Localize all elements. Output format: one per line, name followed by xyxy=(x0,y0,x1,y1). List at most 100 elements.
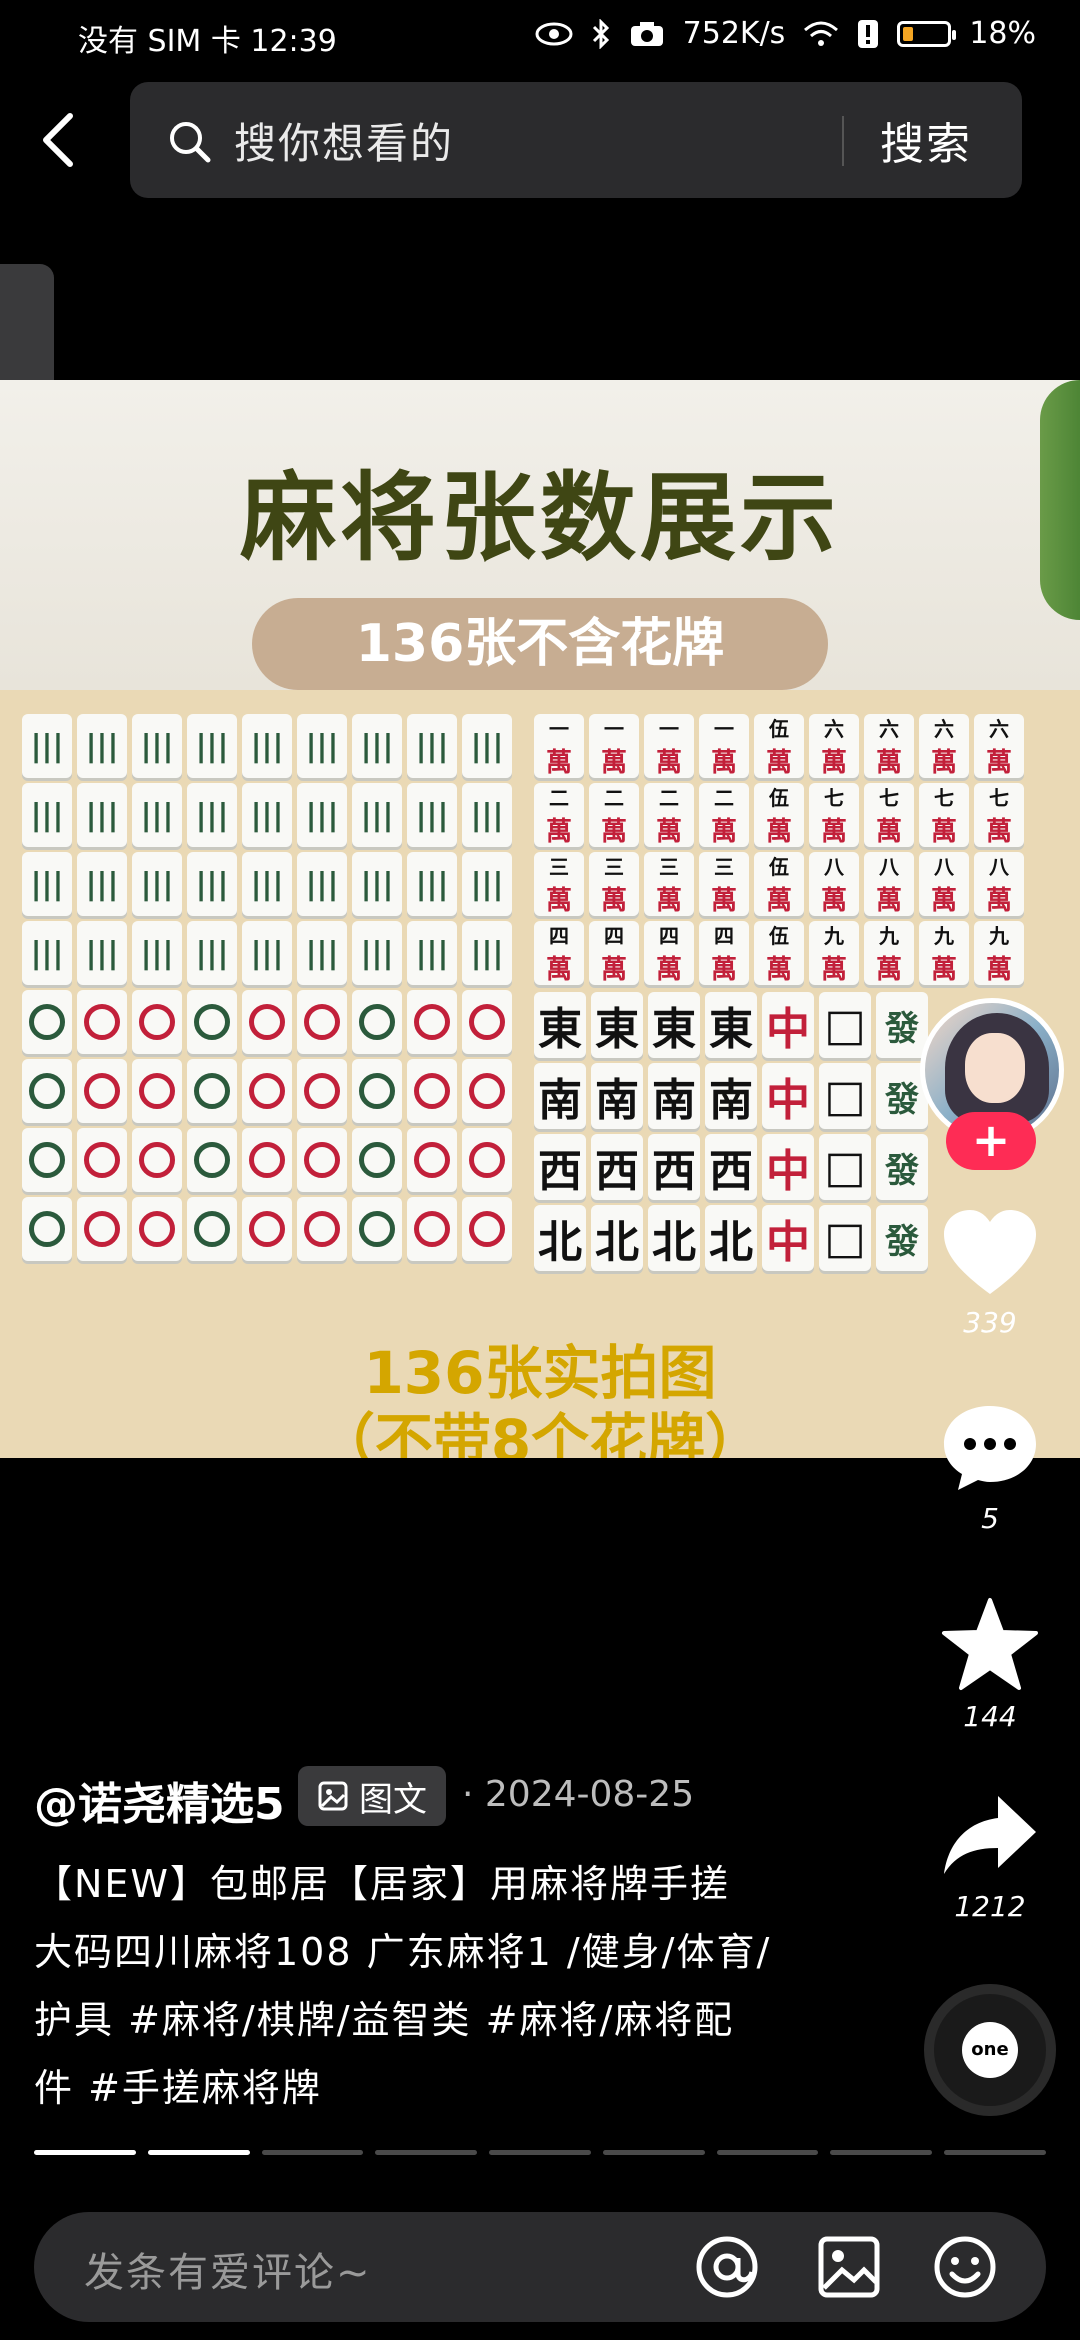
network-speed: 752K/s xyxy=(682,16,786,51)
mahjong-tile-character: 六萬 xyxy=(974,714,1024,778)
mahjong-tile xyxy=(77,1059,127,1123)
mahjong-tile-honor: 西 xyxy=(534,1134,586,1200)
author-name[interactable]: @诺尧精选5 xyxy=(34,1768,285,1832)
mahjong-tile: ||| xyxy=(407,921,457,985)
mahjong-tile: ||| xyxy=(22,714,72,778)
mahjong-tile-character: 三萬 xyxy=(589,852,639,916)
mahjong-tile-character: 七萬 xyxy=(974,783,1024,847)
mahjong-tile xyxy=(242,990,292,1054)
mahjong-tile: ||| xyxy=(187,921,237,985)
post-description[interactable]: 【NEW】包邮居【居家】用麻将牌手搓 大码四川麻将108 广东麻将1 /健身/体… xyxy=(34,1850,774,2122)
mahjong-tile xyxy=(187,1128,237,1192)
mahjong-tile xyxy=(297,1059,347,1123)
image-pill-label: 136张不含花牌 xyxy=(252,598,828,690)
image-title: 麻将张数展示 xyxy=(240,462,840,574)
search-button[interactable]: 搜索 xyxy=(880,108,972,172)
mahjong-tile-character: 一萬 xyxy=(644,714,694,778)
status-icons: 752K/s 18% xyxy=(535,16,1036,51)
at-mention-icon[interactable] xyxy=(694,2234,760,2300)
mahjong-tile xyxy=(22,990,72,1054)
mahjong-tile xyxy=(407,1128,457,1192)
post-type-label: 图文 xyxy=(359,1779,427,1820)
mahjong-tile xyxy=(132,990,182,1054)
search-divider xyxy=(842,116,844,166)
wifi-icon xyxy=(804,21,839,46)
mahjong-tile xyxy=(297,1128,347,1192)
mahjong-tile xyxy=(187,1197,237,1261)
mahjong-tile xyxy=(77,1197,127,1261)
mahjong-tile: ||| xyxy=(297,714,347,778)
mahjong-tile-honor: 北 xyxy=(648,1205,700,1271)
mahjong-tile-character: 二萬 xyxy=(589,783,639,847)
favorite-button[interactable]: 144 xyxy=(920,1596,1060,1733)
mahjong-tile xyxy=(462,990,512,1054)
mahjong-tile-honor: □ xyxy=(819,992,871,1058)
mahjong-tile-honor: 北 xyxy=(591,1205,643,1271)
follow-button[interactable]: + xyxy=(946,1112,1036,1170)
battery-percent: 18% xyxy=(969,16,1036,51)
back-button[interactable] xyxy=(38,110,88,180)
post-type-badge: 图文 xyxy=(298,1766,446,1826)
progress-segment xyxy=(602,2150,705,2155)
mahjong-tile xyxy=(22,1059,72,1123)
mahjong-tile: ||| xyxy=(132,921,182,985)
mahjong-tile-character: 二萬 xyxy=(644,783,694,847)
mahjong-tile: ||| xyxy=(77,783,127,847)
progress-segment xyxy=(944,2150,1047,2155)
mahjong-tile: ||| xyxy=(22,852,72,916)
mahjong-tile xyxy=(77,990,127,1054)
status-bar: 没有 SIM 卡 12:39 752K/s 18% xyxy=(0,0,1080,72)
music-disc[interactable]: one xyxy=(924,1984,1056,2116)
post-date: · 2024-08-25 xyxy=(462,1774,695,1815)
mahjong-tile-honor: 西 xyxy=(705,1134,757,1200)
image-icon[interactable] xyxy=(816,2234,882,2300)
search-box[interactable]: 搜你想看的 搜索 xyxy=(130,82,1022,198)
mahjong-tile: ||| xyxy=(352,714,402,778)
mahjong-tile-character: 八萬 xyxy=(809,852,859,916)
mahjong-tile-character: 三萬 xyxy=(534,852,584,916)
search-input[interactable]: 搜你想看的 xyxy=(234,110,454,171)
mahjong-tile xyxy=(77,1128,127,1192)
mahjong-tile xyxy=(297,990,347,1054)
mahjong-tile-honor: 中 xyxy=(762,1134,814,1200)
mahjong-tile-character: 七萬 xyxy=(809,783,859,847)
emoji-icon[interactable] xyxy=(932,2234,998,2300)
post-image[interactable]: 麻将张数展示 136张不含花牌 ||| ||| ||| ||| ||| ||| ||| |||… xyxy=(0,380,1080,1458)
mahjong-tile: ||| xyxy=(22,921,72,985)
mahjong-tile: ||| xyxy=(242,852,292,916)
mahjong-tile-character: 三萬 xyxy=(699,852,749,916)
mahjong-tile xyxy=(187,990,237,1054)
mahjong-tile-honor: 北 xyxy=(534,1205,586,1271)
tiles-characters: 一萬一萬一萬一萬伍萬六萬六萬六萬六萬二萬二萬二萬二萬伍萬七萬七萬七萬七萬三萬三萬… xyxy=(534,714,1024,985)
comment-count: 5 xyxy=(981,1502,999,1535)
mahjong-tile-character: 六萬 xyxy=(919,714,969,778)
comment-bar[interactable]: 发条有爱评论~ xyxy=(34,2212,1046,2322)
camera-icon xyxy=(630,21,663,46)
mahjong-tile xyxy=(132,1059,182,1123)
mahjong-tile: ||| xyxy=(132,714,182,778)
mahjong-tile-honor: 中 xyxy=(762,992,814,1058)
star-icon xyxy=(942,1598,1038,1690)
comment-input[interactable]: 发条有爱评论~ xyxy=(84,2240,372,2298)
share-button[interactable]: 1212 xyxy=(920,1790,1060,1923)
mahjong-tile: ||| xyxy=(77,921,127,985)
mahjong-tile-character: 伍萬 xyxy=(754,783,804,847)
bluetooth-icon xyxy=(592,18,609,49)
mahjong-tile-character: 二萬 xyxy=(699,783,749,847)
alert-icon xyxy=(858,19,879,48)
mahjong-tile-character: 八萬 xyxy=(919,852,969,916)
mahjong-tile-character: 一萬 xyxy=(534,714,584,778)
mahjong-tile xyxy=(297,1197,347,1261)
mahjong-tile xyxy=(22,1128,72,1192)
mahjong-tile xyxy=(132,1197,182,1261)
like-button[interactable]: 339 xyxy=(920,1208,1060,1339)
mahjong-tile xyxy=(187,1059,237,1123)
mahjong-tile xyxy=(462,1128,512,1192)
mahjong-tile: ||| xyxy=(297,783,347,847)
mahjong-tile: ||| xyxy=(132,852,182,916)
mahjong-tile-character: 四萬 xyxy=(534,921,584,985)
mahjong-tile: ||| xyxy=(132,783,182,847)
mahjong-tile xyxy=(242,1197,292,1261)
mahjong-tile xyxy=(462,1197,512,1261)
comment-button[interactable]: 5 xyxy=(920,1402,1060,1535)
